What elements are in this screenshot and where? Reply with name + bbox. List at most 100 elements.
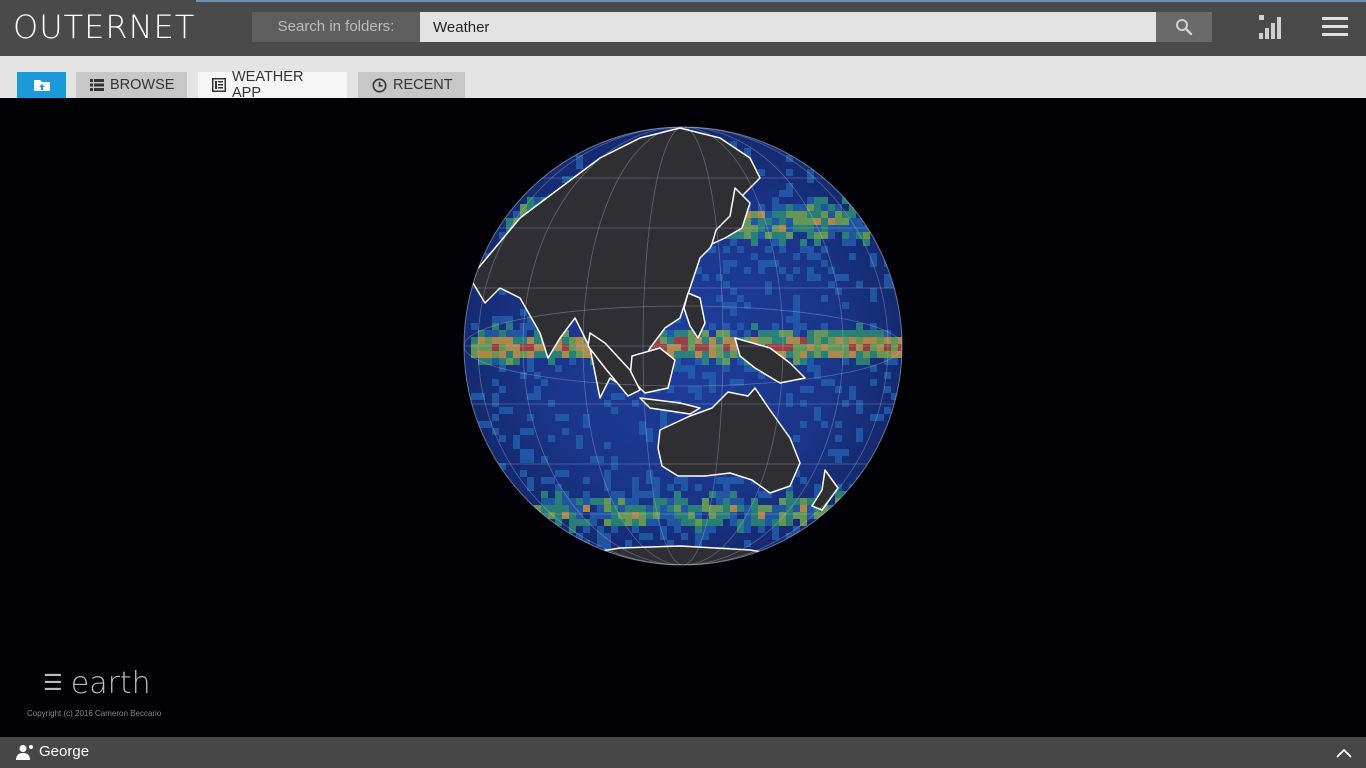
precipitation-cell xyxy=(779,204,786,211)
tab-weather-app[interactable]: WEATHER APP xyxy=(198,69,347,101)
expand-footer-button[interactable] xyxy=(1334,745,1354,761)
precipitation-cell xyxy=(772,225,779,232)
precipitation-cell xyxy=(877,344,884,351)
precipitation-cell xyxy=(786,512,793,519)
precipitation-cell xyxy=(667,519,674,526)
precipitation-cell xyxy=(807,386,814,393)
precipitation-cell xyxy=(632,498,639,505)
precipitation-cell xyxy=(492,323,499,330)
precipitation-cell xyxy=(856,232,863,239)
precipitation-cell xyxy=(765,260,772,267)
precipitation-cell xyxy=(730,309,737,316)
precipitation-cell xyxy=(751,218,758,225)
precipitation-cell xyxy=(681,533,688,540)
precipitation-cell xyxy=(744,526,751,533)
precipitation-cell xyxy=(856,281,863,288)
earth-menu-icon: ☰ xyxy=(43,671,63,696)
precipitation-cell xyxy=(800,351,807,358)
tab-home[interactable] xyxy=(17,72,66,98)
precipitation-cell xyxy=(765,512,772,519)
precipitation-cell xyxy=(492,316,499,323)
precipitation-cell xyxy=(681,484,688,491)
main-menu-button[interactable] xyxy=(1320,14,1350,40)
precipitation-cell xyxy=(772,204,779,211)
precipitation-cell xyxy=(877,351,884,358)
precipitation-cell xyxy=(870,337,877,344)
tab-browse[interactable]: BROWSE xyxy=(76,72,187,98)
precipitation-cell xyxy=(702,372,709,379)
precipitation-cell xyxy=(807,211,814,218)
user-menu[interactable]: George xyxy=(16,743,89,760)
earth-menu-button[interactable]: ☰ earth xyxy=(43,666,151,701)
precipitation-cell xyxy=(828,330,835,337)
precipitation-cell xyxy=(695,358,702,365)
precipitation-cell xyxy=(562,512,569,519)
precipitation-cell xyxy=(506,330,513,337)
search-input[interactable] xyxy=(420,12,1156,42)
precipitation-cell xyxy=(765,288,772,295)
search-button[interactable] xyxy=(1156,12,1212,42)
precipitation-cell xyxy=(492,344,499,351)
precipitation-cell xyxy=(828,351,835,358)
precipitation-cell xyxy=(534,386,541,393)
tab-recent[interactable]: RECENT xyxy=(358,72,465,98)
precipitation-cell xyxy=(856,351,863,358)
precipitation-cell xyxy=(856,323,863,330)
precipitation-cell xyxy=(800,323,807,330)
precipitation-cell xyxy=(877,330,884,337)
precipitation-cell xyxy=(814,225,821,232)
precipitation-cell xyxy=(681,365,688,372)
precipitation-cell xyxy=(814,365,821,372)
precipitation-cell xyxy=(800,204,807,211)
precipitation-cell xyxy=(667,337,674,344)
precipitation-cell xyxy=(548,477,555,484)
precipitation-cell xyxy=(786,498,793,505)
precipitation-cell xyxy=(695,533,702,540)
precipitation-cell xyxy=(821,330,828,337)
precipitation-cell xyxy=(786,218,793,225)
tab-browse-label: BROWSE xyxy=(110,77,175,93)
precipitation-cell xyxy=(709,344,716,351)
precipitation-cell xyxy=(485,351,492,358)
precipitation-cell xyxy=(814,337,821,344)
precipitation-cell xyxy=(597,540,604,547)
precipitation-cell xyxy=(751,519,758,526)
precipitation-cell xyxy=(821,218,828,225)
precipitation-cell xyxy=(688,512,695,519)
antarctica-landmass xyxy=(559,545,811,565)
precipitation-cell xyxy=(835,274,842,281)
precipitation-cell xyxy=(527,428,534,435)
earth-globe[interactable] xyxy=(0,98,1366,737)
precipitation-cell xyxy=(849,211,856,218)
precipitation-cell xyxy=(562,470,569,477)
precipitation-cell xyxy=(842,232,849,239)
precipitation-cell xyxy=(870,330,877,337)
precipitation-cell xyxy=(527,358,534,365)
precipitation-cell xyxy=(667,330,674,337)
precipitation-cell xyxy=(695,519,702,526)
precipitation-cell xyxy=(646,512,653,519)
precipitation-cell xyxy=(660,337,667,344)
precipitation-cell xyxy=(709,351,716,358)
precipitation-cell xyxy=(548,358,555,365)
precipitation-cell xyxy=(800,505,807,512)
precipitation-cell xyxy=(737,295,744,302)
weather-map[interactable]: ☰ earth Copyright (c) 2016 Cameron Becca… xyxy=(0,98,1366,737)
precipitation-cell xyxy=(716,337,723,344)
precipitation-cell xyxy=(590,456,597,463)
precipitation-cell xyxy=(828,281,835,288)
outernet-logo[interactable]: OUTERNET xyxy=(13,8,195,46)
precipitation-cell xyxy=(716,519,723,526)
precipitation-cell xyxy=(646,428,653,435)
precipitation-cell xyxy=(821,344,828,351)
precipitation-cell xyxy=(758,330,765,337)
precipitation-cell xyxy=(723,302,730,309)
precipitation-cell xyxy=(541,491,548,498)
precipitation-cell xyxy=(744,365,751,372)
precipitation-cell xyxy=(744,225,751,232)
precipitation-cell xyxy=(807,330,814,337)
precipitation-cell xyxy=(695,526,702,533)
precipitation-cell xyxy=(583,351,590,358)
stats-button[interactable] xyxy=(1256,12,1286,42)
precipitation-cell xyxy=(604,512,611,519)
